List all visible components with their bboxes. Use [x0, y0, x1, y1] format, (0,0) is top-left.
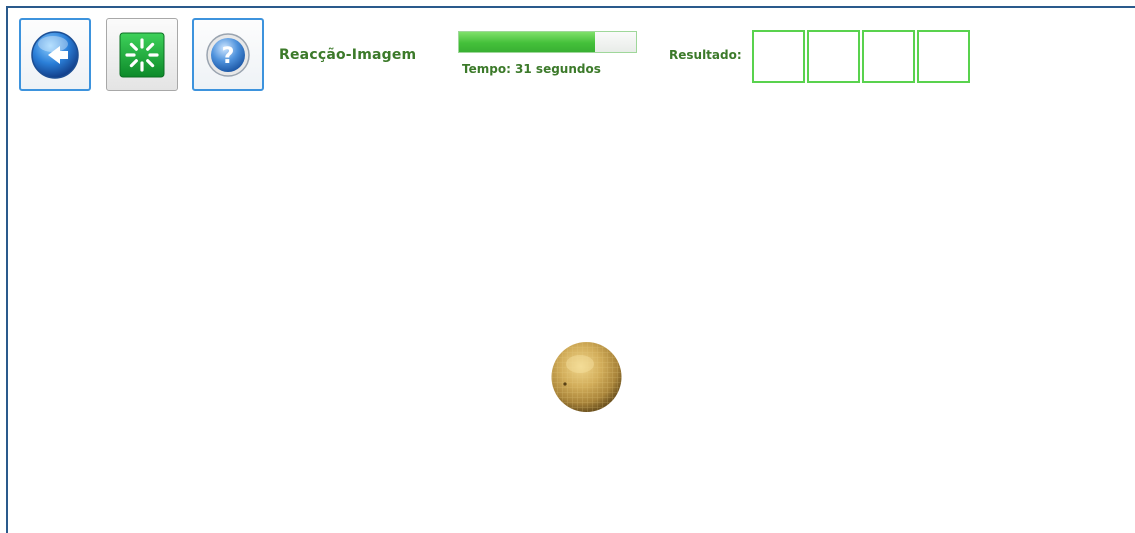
result-label: Resultado:: [669, 48, 742, 62]
game-title: Reacção-Imagem: [279, 47, 417, 63]
restart-spinner-icon: [119, 32, 165, 77]
timer-progress-fill: [459, 32, 596, 52]
result-box: [917, 30, 970, 83]
help-question-icon: ?: [206, 32, 250, 77]
result-box: [807, 30, 860, 83]
help-button[interactable]: ?: [192, 18, 264, 91]
result-boxes: [752, 30, 972, 83]
help-glyph: ?: [222, 44, 235, 69]
timer-label: Tempo: 31 segundos: [462, 62, 601, 76]
back-arrow-icon: [31, 30, 79, 79]
back-button[interactable]: [19, 18, 91, 91]
restart-button[interactable]: [106, 18, 178, 91]
melon-icon: [551, 342, 622, 412]
result-box: [752, 30, 805, 83]
timer-progress-bar: [458, 31, 637, 53]
result-box: [862, 30, 915, 83]
target-melon-image[interactable]: [550, 340, 623, 413]
